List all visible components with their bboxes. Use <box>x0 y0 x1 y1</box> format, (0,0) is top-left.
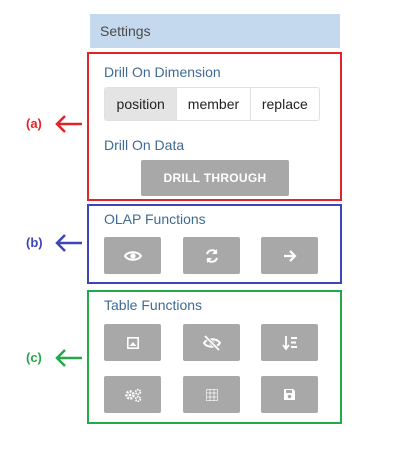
drill-replace-option[interactable]: replace <box>251 88 319 120</box>
table-hide-button[interactable] <box>183 324 240 361</box>
olap-next-button[interactable] <box>261 237 318 274</box>
table-sort-button[interactable] <box>261 324 318 361</box>
drill-member-option[interactable]: member <box>177 88 251 120</box>
sort-numeric-down-icon <box>281 335 297 350</box>
table-image-button[interactable] <box>104 324 161 361</box>
grid-icon <box>205 388 218 401</box>
arrow-left-icon <box>55 349 82 367</box>
drill-dimension-title: Drill On Dimension <box>104 64 221 80</box>
olap-show-button[interactable] <box>104 237 161 274</box>
drill-dimension-selector: position member replace <box>104 87 320 121</box>
arrow-left-icon <box>55 115 82 133</box>
settings-header: Settings <box>90 14 340 48</box>
table-functions-title: Table Functions <box>104 297 203 313</box>
drill-data-title: Drill On Data <box>104 137 185 153</box>
eye-slash-icon <box>202 334 221 351</box>
eye-icon <box>123 250 142 261</box>
table-save-button[interactable] <box>261 376 318 413</box>
arrow-left-icon <box>55 234 82 252</box>
image-icon <box>126 336 139 349</box>
olap-functions-title: OLAP Functions <box>104 211 206 227</box>
arrow-right-icon <box>283 249 297 262</box>
table-settings-button[interactable] <box>104 376 161 413</box>
drill-through-button[interactable]: DRILL THROUGH <box>141 160 289 196</box>
save-icon <box>284 389 295 400</box>
table-grid-button[interactable] <box>183 376 240 413</box>
drill-position-option[interactable]: position <box>105 88 178 120</box>
cogs-icon <box>124 388 141 402</box>
annotation-label-b: (b) <box>26 235 43 250</box>
olap-refresh-button[interactable] <box>183 237 240 274</box>
annotation-label-a: (a) <box>26 116 42 131</box>
annotation-label-c: (c) <box>26 350 42 365</box>
refresh-icon <box>205 248 218 263</box>
